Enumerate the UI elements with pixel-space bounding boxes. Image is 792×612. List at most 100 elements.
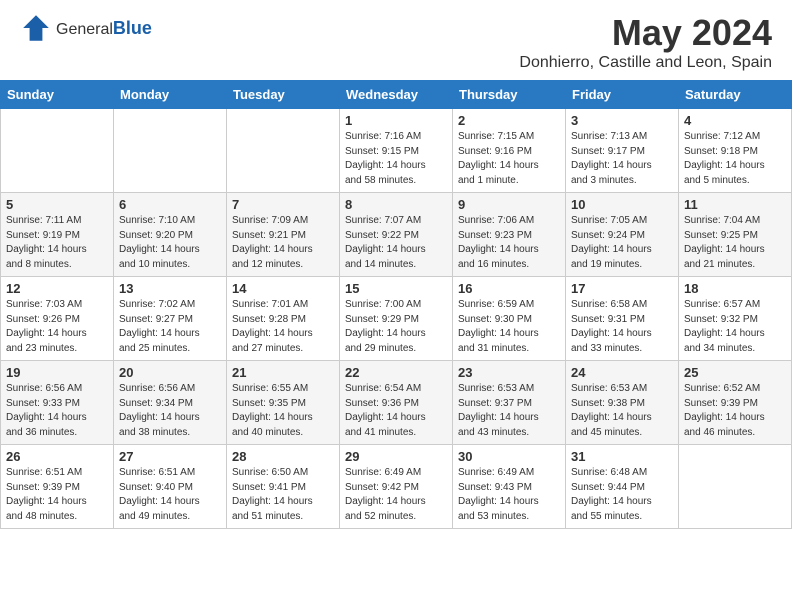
day-info: Sunrise: 6:49 AM Sunset: 9:43 PM Dayligh…	[458, 466, 560, 524]
calendar-cell: 2 Sunrise: 7:15 AM Sunset: 9:16 PM Daylig…	[453, 109, 566, 193]
month-title: May 2024	[519, 12, 772, 54]
calendar-cell: 30 Sunrise: 6:49 AM Sunset: 9:43 PM Dayli…	[453, 445, 566, 529]
calendar-cell: 10 Sunrise: 7:05 AM Sunset: 9:24 PM Dayli…	[566, 193, 679, 277]
calendar-cell: 15 Sunrise: 7:00 AM Sunset: 9:29 PM Dayli…	[340, 277, 453, 361]
calendar-table: SundayMondayTuesdayWednesdayThursdayFrid…	[0, 80, 792, 529]
calendar-cell: 16 Sunrise: 6:59 AM Sunset: 9:30 PM Dayli…	[453, 277, 566, 361]
day-info: Sunrise: 7:16 AM Sunset: 9:15 PM Dayligh…	[345, 130, 447, 188]
calendar-cell: 22 Sunrise: 6:54 AM Sunset: 9:36 PM Dayli…	[340, 361, 453, 445]
day-number: 21	[232, 365, 334, 380]
calendar-week-row: 19 Sunrise: 6:56 AM Sunset: 9:33 PM Dayli…	[1, 361, 792, 445]
calendar-cell: 12 Sunrise: 7:03 AM Sunset: 9:26 PM Dayli…	[1, 277, 114, 361]
day-info: Sunrise: 7:03 AM Sunset: 9:26 PM Dayligh…	[6, 298, 108, 356]
day-number: 14	[232, 281, 334, 296]
day-info: Sunrise: 6:53 AM Sunset: 9:38 PM Dayligh…	[571, 382, 673, 440]
calendar-cell: 13 Sunrise: 7:02 AM Sunset: 9:27 PM Dayli…	[114, 277, 227, 361]
calendar-cell: 20Sunrise: 6:56 AM Sunset: 9:34 PM Dayli…	[114, 361, 227, 445]
day-number: 13	[119, 281, 221, 296]
day-header-friday: Friday	[566, 81, 679, 109]
calendar-cell: 3 Sunrise: 7:13 AM Sunset: 9:17 PM Daylig…	[566, 109, 679, 193]
location-title: Donhierro, Castille and Leon, Spain	[519, 54, 772, 72]
day-info: Sunrise: 7:00 AM Sunset: 9:29 PM Dayligh…	[345, 298, 447, 356]
calendar-cell: 18Sunrise: 6:57 AM Sunset: 9:32 PM Dayli…	[679, 277, 792, 361]
day-info: Sunrise: 7:02 AM Sunset: 9:27 PM Dayligh…	[119, 298, 221, 356]
day-info: Sunrise: 6:56 AM Sunset: 9:34 PM Dayligh…	[119, 382, 221, 440]
calendar-cell	[114, 109, 227, 193]
calendar-cell	[1, 109, 114, 193]
day-info: Sunrise: 6:51 AM Sunset: 9:40 PM Dayligh…	[119, 466, 221, 524]
day-info: Sunrise: 7:15 AM Sunset: 9:16 PM Dayligh…	[458, 130, 560, 188]
day-info: Sunrise: 6:56 AM Sunset: 9:33 PM Dayligh…	[6, 382, 108, 440]
day-number: 10	[571, 197, 673, 212]
day-number: 3	[571, 113, 673, 128]
calendar-cell: 6Sunrise: 7:10 AM Sunset: 9:20 PM Daylig…	[114, 193, 227, 277]
logo-blue-text: Blue	[113, 18, 152, 39]
calendar-cell	[227, 109, 340, 193]
page-container: General Blue May 2024 Donhierro, Castill…	[0, 0, 792, 529]
header: General Blue May 2024 Donhierro, Castill…	[0, 0, 792, 80]
calendar-cell: 5 Sunrise: 7:11 AM Sunset: 9:19 PM Daylig…	[1, 193, 114, 277]
day-header-thursday: Thursday	[453, 81, 566, 109]
day-info: Sunrise: 7:05 AM Sunset: 9:24 PM Dayligh…	[571, 214, 673, 272]
day-number: 1	[345, 113, 447, 128]
calendar-cell: 24Sunrise: 6:53 AM Sunset: 9:38 PM Dayli…	[566, 361, 679, 445]
calendar-cell: 14 Sunrise: 7:01 AM Sunset: 9:28 PM Dayli…	[227, 277, 340, 361]
logo-general-text: General	[56, 21, 113, 39]
calendar-cell: 23Sunrise: 6:53 AM Sunset: 9:37 PM Dayli…	[453, 361, 566, 445]
day-number: 25	[684, 365, 786, 380]
day-info: Sunrise: 6:55 AM Sunset: 9:35 PM Dayligh…	[232, 382, 334, 440]
calendar-cell: 17Sunrise: 6:58 AM Sunset: 9:31 PM Dayli…	[566, 277, 679, 361]
day-number: 2	[458, 113, 560, 128]
day-info: Sunrise: 6:59 AM Sunset: 9:30 PM Dayligh…	[458, 298, 560, 356]
day-number: 26	[6, 449, 108, 464]
calendar-cell: 7 Sunrise: 7:09 AM Sunset: 9:21 PM Daylig…	[227, 193, 340, 277]
day-number: 16	[458, 281, 560, 296]
day-info: Sunrise: 6:53 AM Sunset: 9:37 PM Dayligh…	[458, 382, 560, 440]
day-info: Sunrise: 7:09 AM Sunset: 9:21 PM Dayligh…	[232, 214, 334, 272]
calendar-week-row: 1 Sunrise: 7:16 AM Sunset: 9:15 PM Daylig…	[1, 109, 792, 193]
logo-text: General Blue	[56, 18, 152, 39]
day-info: Sunrise: 6:52 AM Sunset: 9:39 PM Dayligh…	[684, 382, 786, 440]
calendar-cell: 1 Sunrise: 7:16 AM Sunset: 9:15 PM Daylig…	[340, 109, 453, 193]
day-number: 5	[6, 197, 108, 212]
day-number: 30	[458, 449, 560, 464]
day-number: 11	[684, 197, 786, 212]
day-header-wednesday: Wednesday	[340, 81, 453, 109]
day-info: Sunrise: 7:04 AM Sunset: 9:25 PM Dayligh…	[684, 214, 786, 272]
day-info: Sunrise: 7:12 AM Sunset: 9:18 PM Dayligh…	[684, 130, 786, 188]
day-info: Sunrise: 6:50 AM Sunset: 9:41 PM Dayligh…	[232, 466, 334, 524]
day-info: Sunrise: 7:10 AM Sunset: 9:20 PM Dayligh…	[119, 214, 221, 272]
day-number: 19	[6, 365, 108, 380]
day-info: Sunrise: 7:01 AM Sunset: 9:28 PM Dayligh…	[232, 298, 334, 356]
day-number: 12	[6, 281, 108, 296]
day-number: 18	[684, 281, 786, 296]
calendar-week-row: 12 Sunrise: 7:03 AM Sunset: 9:26 PM Dayli…	[1, 277, 792, 361]
title-area: May 2024 Donhierro, Castille and Leon, S…	[519, 12, 772, 72]
day-number: 28	[232, 449, 334, 464]
day-number: 8	[345, 197, 447, 212]
calendar-cell	[679, 445, 792, 529]
day-number: 7	[232, 197, 334, 212]
day-info: Sunrise: 6:49 AM Sunset: 9:42 PM Dayligh…	[345, 466, 447, 524]
calendar-cell: 31Sunrise: 6:48 AM Sunset: 9:44 PM Dayli…	[566, 445, 679, 529]
calendar-cell: 21 Sunrise: 6:55 AM Sunset: 9:35 PM Dayli…	[227, 361, 340, 445]
day-info: Sunrise: 7:11 AM Sunset: 9:19 PM Dayligh…	[6, 214, 108, 272]
calendar-cell: 25 Sunrise: 6:52 AM Sunset: 9:39 PM Dayli…	[679, 361, 792, 445]
day-info: Sunrise: 7:13 AM Sunset: 9:17 PM Dayligh…	[571, 130, 673, 188]
day-number: 22	[345, 365, 447, 380]
calendar-week-row: 26 Sunrise: 6:51 AM Sunset: 9:39 PM Dayli…	[1, 445, 792, 529]
calendar-cell: 27 Sunrise: 6:51 AM Sunset: 9:40 PM Dayli…	[114, 445, 227, 529]
day-header-sunday: Sunday	[1, 81, 114, 109]
day-info: Sunrise: 6:51 AM Sunset: 9:39 PM Dayligh…	[6, 466, 108, 524]
logo: General Blue	[20, 12, 152, 44]
day-info: Sunrise: 7:06 AM Sunset: 9:23 PM Dayligh…	[458, 214, 560, 272]
day-number: 4	[684, 113, 786, 128]
logo-icon	[20, 12, 52, 44]
day-info: Sunrise: 7:07 AM Sunset: 9:22 PM Dayligh…	[345, 214, 447, 272]
calendar-cell: 9Sunrise: 7:06 AM Sunset: 9:23 PM Daylig…	[453, 193, 566, 277]
day-info: Sunrise: 6:54 AM Sunset: 9:36 PM Dayligh…	[345, 382, 447, 440]
day-number: 15	[345, 281, 447, 296]
calendar-cell: 19 Sunrise: 6:56 AM Sunset: 9:33 PM Dayli…	[1, 361, 114, 445]
day-number: 17	[571, 281, 673, 296]
day-number: 27	[119, 449, 221, 464]
